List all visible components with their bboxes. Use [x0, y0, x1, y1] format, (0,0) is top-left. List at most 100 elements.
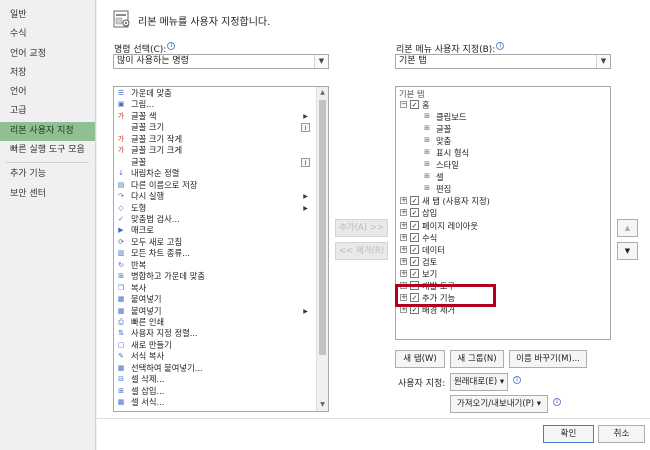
command-item[interactable]: ↓ 내림차순 정렬 — [114, 168, 312, 179]
sidebar-item-general[interactable]: 일반 — [0, 6, 95, 25]
move-down-button[interactable]: ▼ — [617, 242, 638, 260]
info-icon[interactable]: i — [496, 42, 505, 50]
add-button[interactable]: 추가(A) >> — [335, 219, 388, 237]
expand-icon[interactable]: + — [400, 257, 407, 265]
cancel-button[interactable]: 취소 — [598, 425, 645, 443]
command-item[interactable]: ▥ 모든 차트 종류... — [114, 248, 312, 259]
ribbon-group-item[interactable]: ⊞ 클립보드 — [396, 111, 606, 123]
ribbon-group-item[interactable]: ⊞ 표시 형식 — [396, 147, 606, 159]
ribbon-tab-item[interactable]: + ✓ 검토 — [396, 256, 606, 268]
import-export-button[interactable]: 가져오기/내보내기(P) ▾ — [450, 395, 548, 413]
expand-icon[interactable]: ⊞ — [424, 137, 430, 144]
sidebar-item-formulas[interactable]: 수식 — [0, 25, 95, 44]
scroll-down-icon[interactable]: ▼ — [317, 399, 328, 411]
command-item[interactable]: 글꼴 크기 I — [114, 122, 312, 133]
ribbon-tab-item[interactable]: + ✓ 페이지 레이아웃 — [396, 220, 606, 232]
new-tab-button[interactable]: 새 탭(W) — [395, 350, 445, 368]
ribbon-group-item[interactable]: ⊞ 셀 — [396, 171, 606, 183]
command-item[interactable]: ⇅ 사용자 지정 정렬... — [114, 328, 312, 339]
expand-icon[interactable]: + — [400, 197, 407, 205]
tab-checkbox[interactable]: ✓ — [410, 196, 419, 206]
command-item[interactable]: ⟳ 모두 새로 고침 — [114, 237, 312, 248]
tab-checkbox[interactable]: ✓ — [410, 208, 419, 218]
ribbon-tab-item[interactable]: + ✓ 데이터 — [396, 244, 606, 256]
expand-icon[interactable]: + — [400, 245, 407, 253]
command-item[interactable]: ⊞ 셀 삽입... — [114, 386, 312, 397]
sidebar-item-advanced[interactable]: 고급 — [0, 102, 95, 121]
tab-checkbox[interactable]: ✓ — [410, 232, 419, 242]
move-up-button[interactable]: ▲ — [617, 219, 638, 237]
ribbon-group-item[interactable]: ⊞ 글꼴 — [396, 123, 606, 135]
ribbon-tab-item[interactable]: + ✓ 새 탭 (사용자 지정) — [396, 195, 606, 207]
ribbon-tab-item[interactable]: + ✓ 보기 — [396, 268, 606, 280]
expand-icon[interactable]: ⊞ — [424, 149, 430, 156]
tab-checkbox[interactable]: ✓ — [410, 220, 419, 230]
command-item[interactable]: ↷ 다시 실행 ▶ — [114, 191, 312, 202]
command-item[interactable]: ▤ 다른 이름으로 저장 — [114, 180, 312, 191]
command-item[interactable]: ✓ 맞춤법 검사... — [114, 214, 312, 225]
expand-icon[interactable]: ⊞ — [424, 113, 430, 120]
tab-checkbox[interactable]: ✓ — [410, 244, 419, 254]
reset-dropdown-button[interactable]: 원래대로(E) ▾ — [450, 373, 508, 391]
sidebar-item-quick-access-toolbar[interactable]: 빠른 실행 도구 모음 — [0, 141, 95, 160]
command-item[interactable]: ✎ 서식 복사 — [114, 351, 312, 362]
command-item[interactable]: ⊟ 셀 삭제... — [114, 374, 312, 385]
ribbon-group-item[interactable]: ⊞ 스타일 — [396, 159, 606, 171]
ok-button[interactable]: 확인 — [543, 425, 594, 443]
ribbon-tab-item[interactable]: − ✓ 홈 — [396, 99, 606, 111]
expand-icon[interactable]: ⊞ — [424, 125, 430, 132]
commands-from-dropdown[interactable]: 많이 사용하는 명령 ▼ — [113, 54, 329, 69]
info-icon[interactable]: i — [513, 376, 521, 384]
ribbon-group-item[interactable]: ⊞ 편집 — [396, 183, 606, 195]
command-item[interactable]: ⎙ 빠른 인쇄 — [114, 317, 312, 328]
sidebar-item-proofing[interactable]: 언어 교정 — [0, 45, 95, 64]
command-item[interactable]: ▶ 매크로 — [114, 225, 312, 236]
remove-button[interactable]: << 제거(R) — [335, 242, 388, 260]
command-item[interactable]: 가 글꼴 크기 작게 — [114, 134, 312, 145]
command-item[interactable]: 글꼴 I — [114, 157, 312, 168]
customize-ribbon-dropdown[interactable]: 기본 탭 ▼ — [395, 54, 611, 69]
expand-icon[interactable]: + — [400, 269, 407, 277]
expand-icon[interactable]: + — [400, 221, 407, 229]
info-icon[interactable]: i — [553, 398, 561, 406]
tab-checkbox[interactable]: ✓ — [410, 256, 419, 266]
scroll-up-icon[interactable]: ▲ — [317, 87, 328, 99]
ribbon-tab-item[interactable]: + ✓ 삽입 — [396, 207, 606, 219]
sidebar-item-trust-center[interactable]: 보안 센터 — [0, 185, 95, 204]
command-label: 매크로 — [131, 225, 154, 236]
sidebar-item-language[interactable]: 언어 — [0, 83, 95, 102]
command-item[interactable]: ↻ 반복 — [114, 260, 312, 271]
tab-checkbox[interactable]: ✓ — [410, 100, 419, 109]
command-item[interactable]: ▣ 그림... — [114, 99, 312, 110]
expand-icon[interactable]: ⊞ — [424, 185, 430, 192]
command-label: 맞춤법 검사... — [131, 213, 180, 224]
command-item[interactable]: ❐ 복사 — [114, 283, 312, 294]
command-item[interactable]: 가 글꼴 색 ▶ — [114, 111, 312, 122]
ribbon-tab-item[interactable]: + ✓ 수식 — [396, 232, 606, 244]
expand-icon[interactable]: ⊞ — [424, 173, 430, 180]
command-item[interactable]: ▢ 새로 만들기 — [114, 340, 312, 351]
scroll-thumb[interactable] — [319, 100, 326, 355]
rename-button[interactable]: 이름 바꾸기(M)... — [509, 350, 587, 368]
expand-icon[interactable]: + — [400, 209, 407, 217]
sidebar-item-customize-ribbon[interactable]: 리본 사용자 지정 — [0, 121, 95, 142]
command-item[interactable]: ☰ 가운데 맞춤 — [114, 88, 312, 99]
commands-scrollbar[interactable]: ▲ ▼ — [316, 87, 328, 411]
sidebar-item-add-ins[interactable]: 추가 기능 — [0, 165, 95, 184]
expand-icon[interactable]: ⊞ — [424, 161, 430, 168]
collapse-icon[interactable]: − — [400, 101, 407, 108]
command-item[interactable]: ▦ 붙여넣기 — [114, 294, 312, 305]
command-item[interactable]: 가 글꼴 크기 크게 — [114, 145, 312, 156]
ribbon-group-item[interactable]: ⊞ 맞춤 — [396, 135, 606, 147]
new-group-button[interactable]: 새 그룹(N) — [450, 350, 504, 368]
command-item[interactable]: ◇ 도형 ▶ — [114, 203, 312, 214]
info-icon[interactable]: i — [167, 42, 176, 50]
commands-list[interactable]: ▲ ▼ ☰ 가운데 맞춤 ▣ 그림... 가 글꼴 색 ▶ 글꼴 크기 I 가 글꼴 크기 작게 가 글… — [113, 86, 329, 412]
tab-checkbox[interactable]: ✓ — [410, 268, 419, 278]
command-item[interactable]: ▦ 붙여넣기 ▶ — [114, 306, 312, 317]
sidebar-item-save[interactable]: 저장 — [0, 64, 95, 83]
expand-icon[interactable]: + — [400, 233, 407, 241]
command-item[interactable]: ⊞ 병합하고 가운데 맞춤 — [114, 271, 312, 282]
command-item[interactable]: ▦ 셀 서식... — [114, 397, 312, 408]
command-item[interactable]: ▦ 선택하여 붙여넣기... — [114, 363, 312, 374]
